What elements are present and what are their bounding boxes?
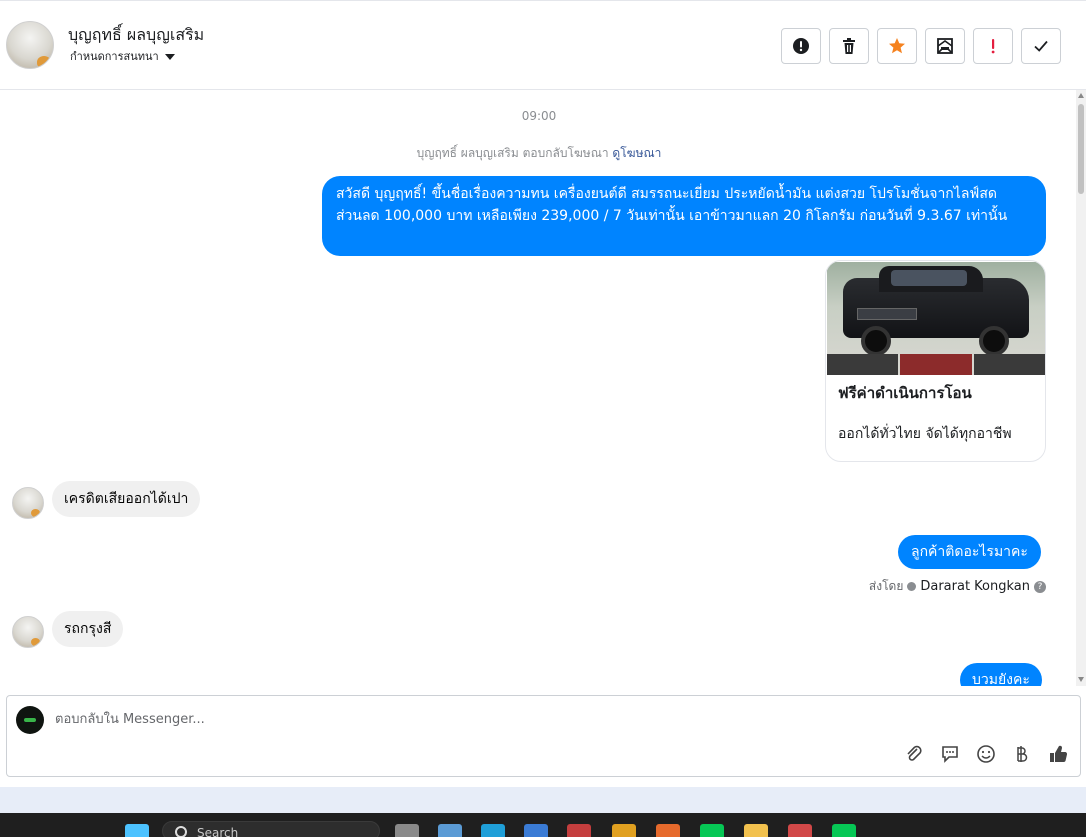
page-footer-strip — [0, 787, 1086, 813]
sent-by-name: Dararat Kongkan — [920, 579, 1030, 594]
calculator-icon[interactable] — [438, 824, 462, 837]
sent-by-label: ส่งโดย — [868, 579, 904, 593]
emoji-icon[interactable] — [975, 743, 997, 765]
mark-unread-button[interactable] — [925, 28, 965, 64]
scroll-thumb[interactable] — [1078, 104, 1084, 194]
ad-card-title: ฟรีค่าดำเนินการโอน — [838, 384, 972, 402]
app-icon[interactable] — [567, 824, 591, 837]
check-icon — [1034, 40, 1048, 52]
thumbs-up-icon[interactable] — [1047, 743, 1069, 765]
ad-card[interactable]: ฟรีค่าดำเนินการโอน ออกได้ทั่วไทย จัดได้ท… — [825, 260, 1046, 462]
assign-label: กำหนดการสนทนา — [70, 50, 159, 63]
store-icon[interactable] — [524, 824, 548, 837]
saved-reply-icon[interactable] — [939, 743, 961, 765]
truck-ad-image — [827, 262, 1045, 375]
star-button[interactable] — [877, 28, 917, 64]
alert-circle-icon — [793, 38, 809, 54]
follow-up-button[interactable] — [973, 28, 1013, 64]
line-icon-2[interactable] — [832, 824, 856, 837]
ad-card-subtitle: ออกได้ทั่วไทย จัดได้ทุกอาชีพ — [838, 426, 1012, 442]
outgoing-ad-message: สวัสดี บุญฤทธิ์! ขึ้นชื่อเรื่องความทน เค… — [322, 176, 1046, 256]
outgoing-message: ลูกค้าติดอะไรมาคะ — [898, 535, 1041, 569]
edge-icon[interactable] — [481, 824, 505, 837]
baht-icon[interactable] — [1010, 743, 1032, 765]
taskbar-search[interactable]: Search — [162, 821, 380, 837]
task-view-icon[interactable] — [395, 824, 419, 837]
page-avatar — [16, 706, 44, 734]
contact-name[interactable]: บุญฤทธิ์ ผลบุญเสริม — [68, 23, 204, 48]
search-icon — [175, 826, 187, 837]
exclamation-icon — [991, 39, 995, 54]
verified-icon — [907, 582, 917, 591]
taskbar-search-label: Search — [197, 826, 239, 837]
message-timestamp: 09:00 — [521, 109, 557, 123]
contact-avatar-small — [12, 616, 44, 648]
firefox-icon[interactable] — [656, 824, 680, 837]
caret-down-icon — [164, 54, 175, 60]
scroll-down-arrow-icon[interactable] — [1078, 677, 1084, 682]
contact-avatar-small — [12, 487, 44, 519]
ad-reply-text: บุญฤทธิ์ ผลบุญเสริม ตอบกลับโฆษณา — [416, 146, 609, 160]
envelope-icon — [937, 38, 953, 54]
trash-icon — [843, 38, 855, 54]
contact-avatar[interactable] — [6, 21, 54, 69]
mark-done-button[interactable] — [1021, 28, 1061, 64]
view-ad-link[interactable]: ดูโฆษณา — [612, 146, 661, 160]
windows-start-icon[interactable] — [125, 824, 149, 837]
message-thread[interactable]: 09:00 บุญฤทธิ์ ผลบุญเสริม ตอบกลับโฆษณา ด… — [0, 90, 1078, 686]
sent-by-info: ส่งโดย Dararat Kongkan ? — [869, 577, 1046, 596]
conversation-header: บุญฤทธิ์ ผลบุญเสริม กำหนดการสนทนา — [0, 0, 1086, 90]
messenger-inbox-window: บุญฤทธิ์ ผลบุญเสริม กำหนดการสนทนา 09:00 … — [0, 0, 1086, 837]
spam-button[interactable] — [781, 28, 821, 64]
star-icon — [889, 38, 905, 54]
chrome-profile-icon[interactable] — [788, 824, 812, 837]
paperclip-icon[interactable] — [903, 743, 925, 765]
scroll-up-arrow-icon[interactable] — [1078, 93, 1084, 98]
delete-button[interactable] — [829, 28, 869, 64]
os-taskbar: Search — [0, 813, 1086, 837]
ad-reply-notice: บุญฤทธิ์ ผลบุญเสริม ตอบกลับโฆษณา ดูโฆษณา — [0, 144, 1078, 163]
line-icon[interactable] — [700, 824, 724, 837]
help-icon[interactable]: ? — [1034, 580, 1046, 593]
incoming-message: เครดิตเสียออกได้เปา — [52, 481, 201, 517]
reply-composer — [6, 695, 1081, 777]
reply-input[interactable] — [55, 708, 855, 730]
chrome-icon[interactable] — [612, 824, 636, 837]
thread-scrollbar[interactable] — [1076, 90, 1086, 686]
assign-conversation-dropdown[interactable]: กำหนดการสนทนา — [70, 47, 175, 65]
incoming-message: รถกรุงสี — [52, 611, 124, 647]
outgoing-message: บวมยังคะ — [960, 663, 1042, 686]
folder-icon[interactable] — [744, 824, 768, 837]
